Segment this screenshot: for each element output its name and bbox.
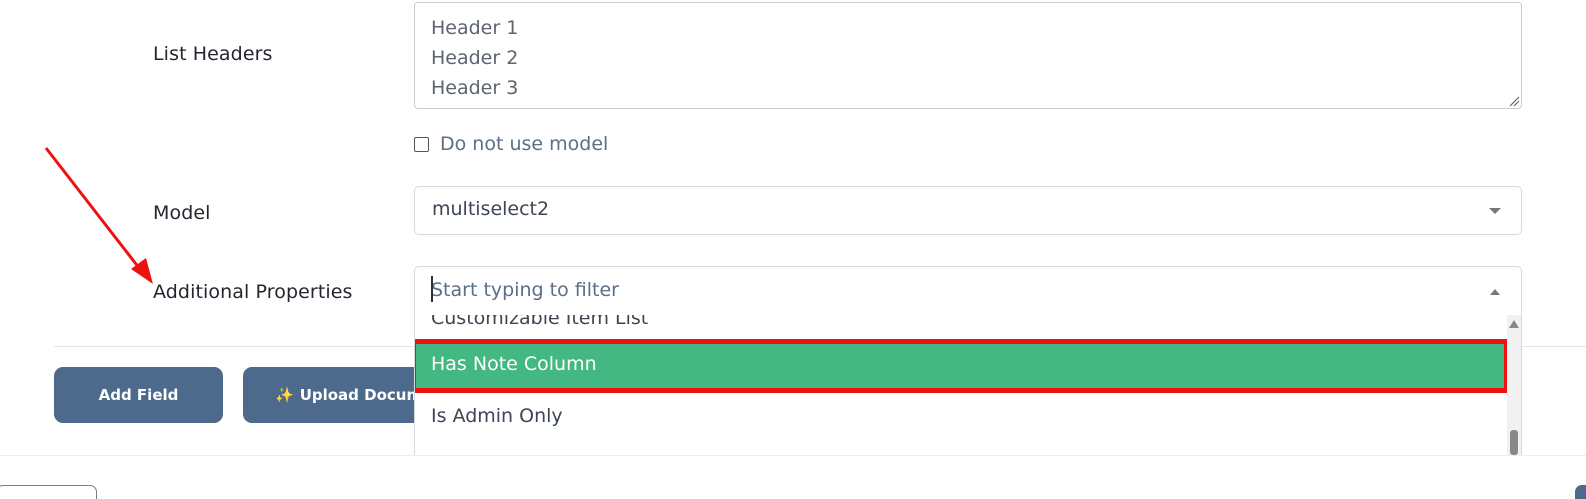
do-not-use-model-row[interactable]: Do not use model — [414, 133, 608, 155]
model-label: Model — [153, 202, 211, 224]
chevron-up-icon[interactable] — [1490, 289, 1500, 295]
option-has-note-column[interactable]: Has Note Column — [415, 339, 1509, 393]
additional-properties-label: Additional Properties — [153, 281, 353, 303]
model-select-value: multiselect2 — [432, 198, 550, 220]
sparkle-icon: ✨ — [275, 386, 294, 404]
resize-grip-icon[interactable] — [1508, 95, 1520, 107]
do-not-use-model-label[interactable]: Do not use model — [440, 133, 608, 155]
option-customizable-item-list[interactable]: Customizable Item List — [415, 315, 1508, 343]
options-dropdown[interactable]: Customizable Item List Has Note Column I… — [414, 315, 1522, 455]
scroll-up-arrow-icon[interactable] — [1509, 320, 1519, 328]
model-select[interactable]: multiselect2 — [414, 186, 1522, 235]
upload-document-button[interactable]: ✨ Upload Docume — [243, 367, 443, 423]
scrollbar-thumb[interactable] — [1510, 430, 1518, 455]
list-headers-textarea[interactable]: Header 1 Header 2 Header 3 — [414, 2, 1522, 109]
option-is-admin-only[interactable]: Is Admin Only — [415, 391, 1508, 441]
chevron-down-icon — [1489, 208, 1501, 214]
footer-secondary-button[interactable] — [0, 485, 97, 499]
text-cursor — [431, 276, 433, 302]
upload-document-label: Upload Docume — [299, 386, 433, 404]
footer-bar — [0, 455, 1586, 499]
do-not-use-model-checkbox[interactable] — [414, 136, 429, 152]
footer-primary-button[interactable] — [1575, 485, 1586, 499]
filter-input[interactable]: Start typing to filter — [431, 279, 619, 301]
additional-properties-multiselect[interactable]: Start typing to filter — [414, 266, 1522, 316]
add-field-button[interactable]: Add Field — [54, 367, 223, 423]
dropdown-scrollbar[interactable] — [1507, 315, 1521, 455]
list-headers-label: List Headers — [153, 43, 273, 65]
